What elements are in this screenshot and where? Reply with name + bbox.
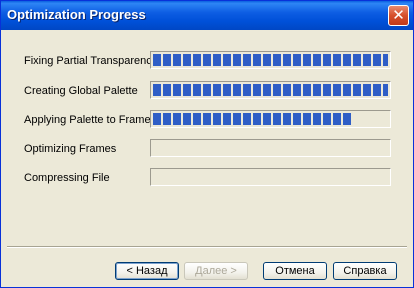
- progress-bar: [150, 51, 391, 69]
- cancel-button[interactable]: Отмена: [263, 262, 327, 280]
- progress-bar: [150, 139, 391, 157]
- progress-fill: [153, 84, 388, 96]
- button-divider: [7, 246, 407, 248]
- optimization-dialog: Optimization Progress ✕ Fixing Partial T…: [0, 0, 414, 288]
- progress-bar: [150, 168, 391, 186]
- help-button[interactable]: Справка: [333, 262, 397, 280]
- progress-fill: [153, 54, 388, 66]
- task-label: Optimizing Frames: [24, 143, 117, 155]
- task-label: Fixing Partial Transparency: [24, 55, 158, 67]
- close-button[interactable]: ✕: [388, 5, 409, 26]
- close-icon: ✕: [392, 6, 405, 24]
- back-button[interactable]: < Назад: [115, 262, 179, 280]
- progress-bar: [150, 110, 391, 128]
- task-label: Compressing File: [24, 172, 110, 184]
- progress-fill: [153, 113, 353, 125]
- title-bar[interactable]: Optimization Progress ✕: [1, 1, 413, 30]
- window-title: Optimization Progress: [7, 7, 146, 22]
- task-label: Creating Global Palette: [24, 85, 138, 97]
- task-label: Applying Palette to Frames: [24, 114, 157, 126]
- progress-bar: [150, 81, 391, 99]
- next-button[interactable]: Далее >: [184, 262, 248, 280]
